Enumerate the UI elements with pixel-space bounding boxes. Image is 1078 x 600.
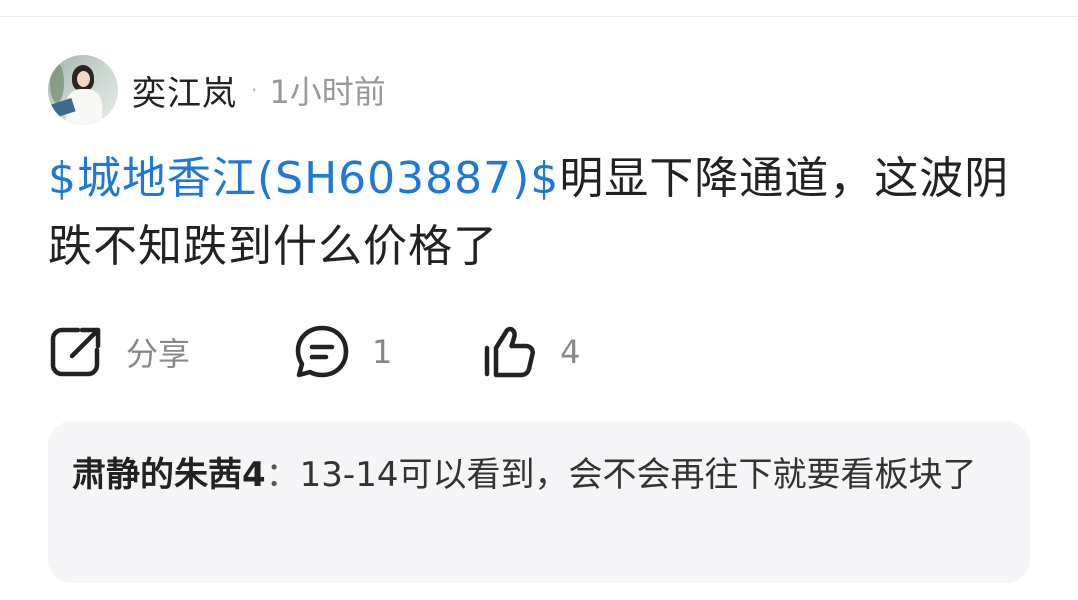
author-name[interactable]: 奕江岚 (132, 66, 237, 115)
comment-count: 1 (372, 333, 393, 371)
reply-author[interactable]: 肃静的朱茜4 (72, 455, 266, 495)
share-icon (48, 324, 104, 380)
top-divider (0, 16, 1078, 17)
share-label: 分享 (126, 335, 191, 373)
avatar[interactable] (48, 55, 118, 125)
post-time: 1小时前 (269, 73, 386, 111)
post-body: $城地香江(SH603887)$明显下降通道，这波阴跌不知跌到什么价格了 (48, 145, 1028, 281)
share-button[interactable]: 分享 (48, 322, 190, 382)
meta-separator: · (251, 78, 258, 102)
thumbs-up-icon (482, 324, 538, 380)
reply-separator: ： (265, 455, 300, 495)
reply-preview[interactable]: 肃静的朱茜4：13-14可以看到，会不会再往下就要看板块了 (48, 421, 1030, 583)
like-count: 4 (560, 333, 581, 371)
comment-button[interactable]: 1 (294, 322, 392, 382)
comment-icon (294, 324, 350, 380)
stock-tag-link[interactable]: $城地香江(SH603887)$ (48, 153, 559, 204)
reply-text: 13-14可以看到，会不会再往下就要看板块了 (299, 455, 977, 495)
like-button[interactable]: 4 (482, 322, 580, 382)
post-header: 奕江岚 · 1小时前 (48, 54, 386, 126)
action-bar: 分享 1 4 (48, 322, 648, 382)
